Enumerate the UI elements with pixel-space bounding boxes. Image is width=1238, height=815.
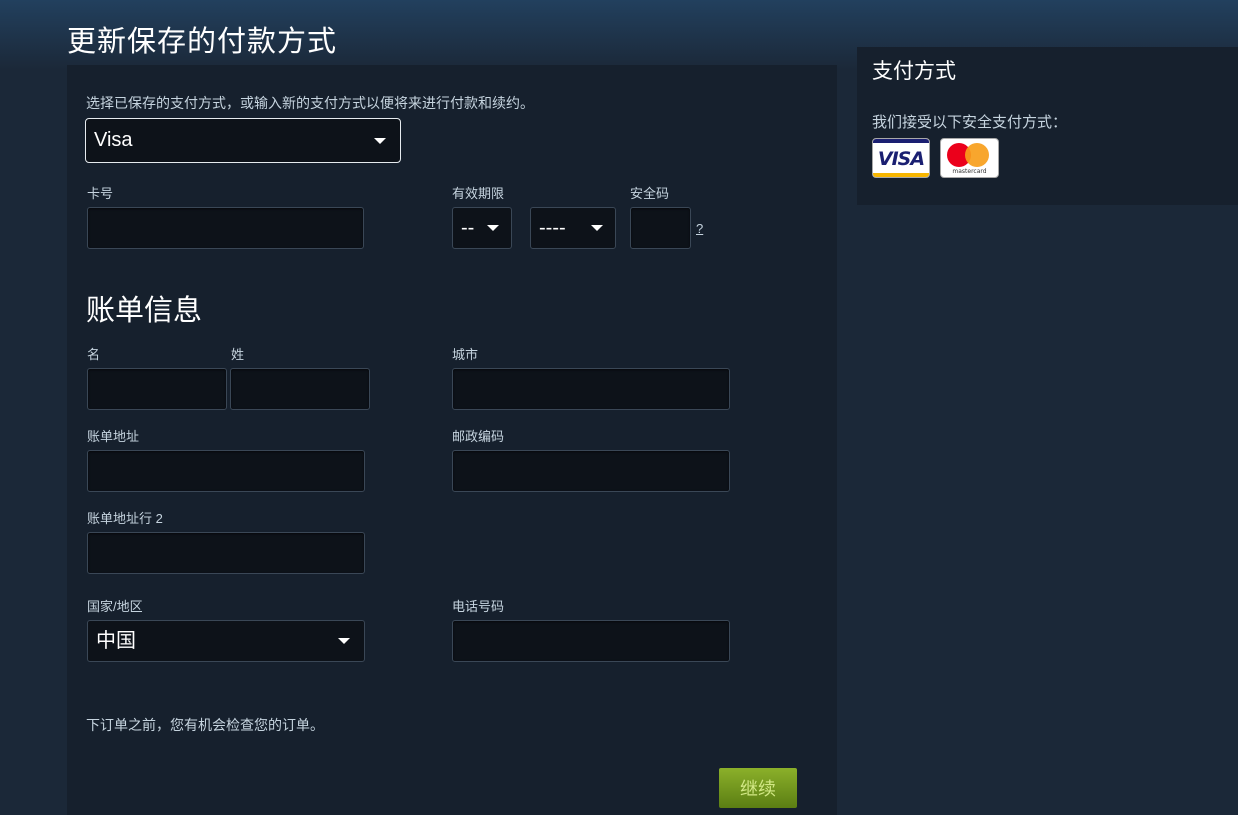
payment-methods-sidebar: 支付方式 我们接受以下安全支付方式： VISA mastercard [857,47,1238,205]
first-name-label: 名 [87,347,101,362]
saved-payment-method-select[interactable]: Visa [85,118,401,163]
billing-address-label: 账单地址 [87,429,140,444]
continue-button[interactable]: 继续 [719,768,797,808]
payment-intro-text: 选择已保存的支付方式，或输入新的支付方式以便将来进行付款和续约。 [86,95,534,111]
expiration-year-select[interactable]: ---- [530,207,616,249]
last-name-input[interactable] [230,368,370,410]
country-select[interactable]: 中国 [87,620,365,662]
expiration-month-value: -- [461,217,475,239]
phone-label: 电话号码 [452,599,505,614]
country-value: 中国 [96,630,136,652]
mastercard-yellow-circle [965,143,989,167]
first-name-input[interactable] [87,368,227,410]
billing-address2-label: 账单地址行 2 [87,511,163,526]
city-label: 城市 [452,347,479,362]
accepted-methods-text: 我们接受以下安全支付方式： [872,114,1068,131]
visa-logo-text: VISA [877,148,925,170]
mastercard-logo-text: mastercard [952,168,987,175]
saved-payment-method-value: Visa [94,129,133,151]
cvv-help-link[interactable]: ? [696,221,703,236]
country-label: 国家/地区 [87,599,143,614]
chevron-down-icon [487,225,499,231]
cvv-label: 安全码 [630,186,670,201]
page-title: 更新保存的付款方式 [67,26,338,58]
billing-address-input[interactable] [87,450,365,492]
sidebar-title: 支付方式 [872,60,956,83]
phone-input[interactable] [452,620,730,662]
expiration-label: 有效期限 [452,186,505,201]
card-number-input[interactable] [87,207,364,249]
billing-section-title: 账单信息 [86,295,203,327]
expiration-month-select[interactable]: -- [452,207,512,249]
payment-form-panel: 选择已保存的支付方式，或输入新的支付方式以便将来进行付款和续约。 Visa 卡号… [67,65,837,815]
card-number-label: 卡号 [87,186,114,201]
billing-address2-input[interactable] [87,532,365,574]
city-input[interactable] [452,368,730,410]
mastercard-logo: mastercard [940,138,999,178]
expiration-year-value: ---- [539,217,566,239]
cvv-input[interactable] [630,207,691,249]
postal-code-input[interactable] [452,450,730,492]
last-name-label: 姓 [231,347,245,362]
order-review-note: 下订单之前，您有机会检查您的订单。 [86,717,324,733]
postal-code-label: 邮政编码 [452,429,505,444]
chevron-down-icon [591,225,603,231]
chevron-down-icon [338,638,350,644]
visa-card-logo: VISA [872,138,930,178]
chevron-down-icon [374,137,386,144]
